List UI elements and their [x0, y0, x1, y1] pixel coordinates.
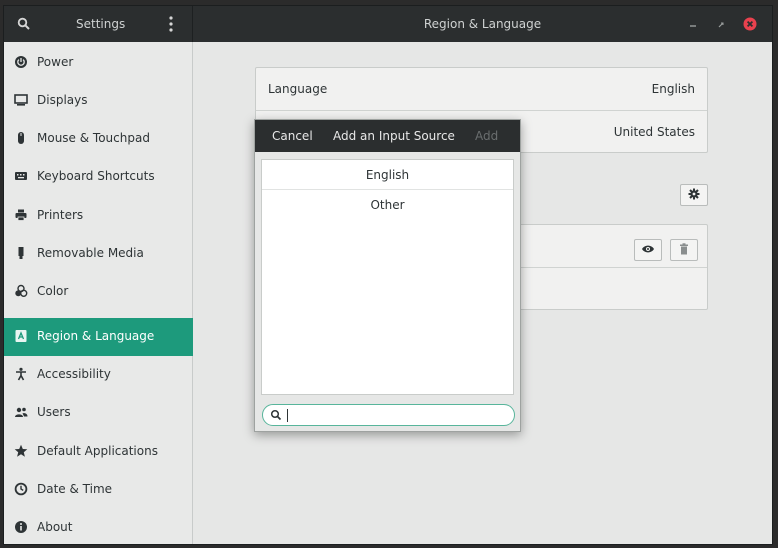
sidebar-item-label: Removable Media [37, 246, 144, 260]
close-icon[interactable] [742, 16, 758, 32]
sidebar-item-mouse-touchpad[interactable]: Mouse & Touchpad [4, 120, 193, 158]
sidebar-item-power[interactable]: Power [4, 44, 193, 82]
language-value: English [651, 82, 695, 96]
search-icon [270, 409, 282, 421]
sidebar-item-displays[interactable]: Displays [4, 82, 193, 120]
sidebar-title: Settings [76, 17, 126, 31]
sidebar: Power Displays Mouse & Touchpad Keyboard… [4, 42, 193, 544]
search-icon[interactable] [16, 16, 32, 32]
input-source-list: English Other [261, 159, 514, 395]
sidebar-item-region-language[interactable]: Region & Language [4, 318, 193, 356]
formats-value: United States [613, 125, 695, 139]
sidebar-item-about[interactable]: About [4, 509, 193, 544]
list-item-label: Other [370, 198, 405, 212]
sidebar-item-date-time[interactable]: Date & Time [4, 471, 193, 509]
sidebar-item-label: Printers [37, 208, 84, 222]
language-row[interactable]: Language English [256, 68, 707, 110]
star-icon [14, 444, 28, 458]
minimize-icon[interactable] [688, 18, 698, 30]
sidebar-item-users[interactable]: Users [4, 394, 193, 432]
sidebar-item-label: Users [37, 405, 71, 419]
language-label: Language [268, 82, 328, 96]
input-options-button[interactable] [680, 184, 708, 206]
maximize-icon[interactable] [716, 18, 726, 30]
search-input[interactable] [285, 407, 507, 423]
dialog-title: Add an Input Source [333, 129, 455, 143]
add-button[interactable]: Add [475, 129, 498, 143]
color-icon [14, 284, 28, 298]
sidebar-item-label: Keyboard Shortcuts [37, 169, 155, 183]
remove-button[interactable] [670, 239, 698, 261]
region-icon [14, 329, 28, 343]
sidebar-item-label: About [37, 520, 73, 534]
sidebar-item-color[interactable]: Color [4, 273, 193, 311]
mouse-icon [14, 131, 28, 145]
text-caret [287, 409, 288, 422]
sidebar-item-label: Color [37, 284, 69, 298]
sidebar-item-label: Default Applications [37, 444, 158, 458]
preview-button[interactable] [634, 239, 662, 261]
window-title: Region & Language [423, 17, 542, 31]
sidebar-item-printers[interactable]: Printers [4, 197, 193, 235]
sidebar-item-removable-media[interactable]: Removable Media [4, 235, 193, 273]
sidebar-item-label: Mouse & Touchpad [37, 131, 150, 145]
sidebar-item-label: Accessibility [37, 367, 111, 381]
sidebar-item-label: Region & Language [37, 329, 155, 343]
cancel-button[interactable]: Cancel [272, 129, 313, 143]
search-field[interactable] [262, 404, 515, 426]
printer-icon [14, 208, 28, 222]
power-icon [14, 55, 28, 69]
sidebar-item-default-applications[interactable]: Default Applications [4, 433, 193, 471]
info-icon [14, 520, 28, 534]
sidebar-item-label: Date & Time [37, 482, 113, 496]
add-input-source-dialog: Cancel Add an Input Source Add English O… [254, 119, 521, 432]
dialog-header: Cancel Add an Input Source Add [255, 120, 520, 152]
sidebar-item-keyboard-shortcuts[interactable]: Keyboard Shortcuts [4, 158, 193, 196]
trash-icon [679, 242, 689, 258]
list-item[interactable]: Other [262, 190, 513, 220]
settings-window: Settings Region & Language Power Display… [4, 6, 772, 544]
eye-icon [641, 243, 655, 257]
titlebar-sidebar-section: Settings [4, 6, 193, 42]
sidebar-item-label: Power [37, 55, 74, 69]
list-item-label: English [365, 168, 410, 182]
removable-media-icon [14, 246, 28, 260]
keyboard-icon [14, 169, 28, 183]
gear-icon [688, 188, 700, 203]
sidebar-item-label: Displays [37, 93, 88, 107]
accessibility-icon [14, 367, 28, 381]
list-item[interactable]: English [262, 160, 513, 190]
users-icon [14, 405, 28, 419]
clock-icon [14, 482, 28, 496]
menu-dots-icon[interactable] [165, 15, 177, 33]
display-icon [14, 93, 28, 107]
titlebar: Settings Region & Language [4, 6, 772, 42]
sidebar-item-accessibility[interactable]: Accessibility [4, 356, 193, 394]
